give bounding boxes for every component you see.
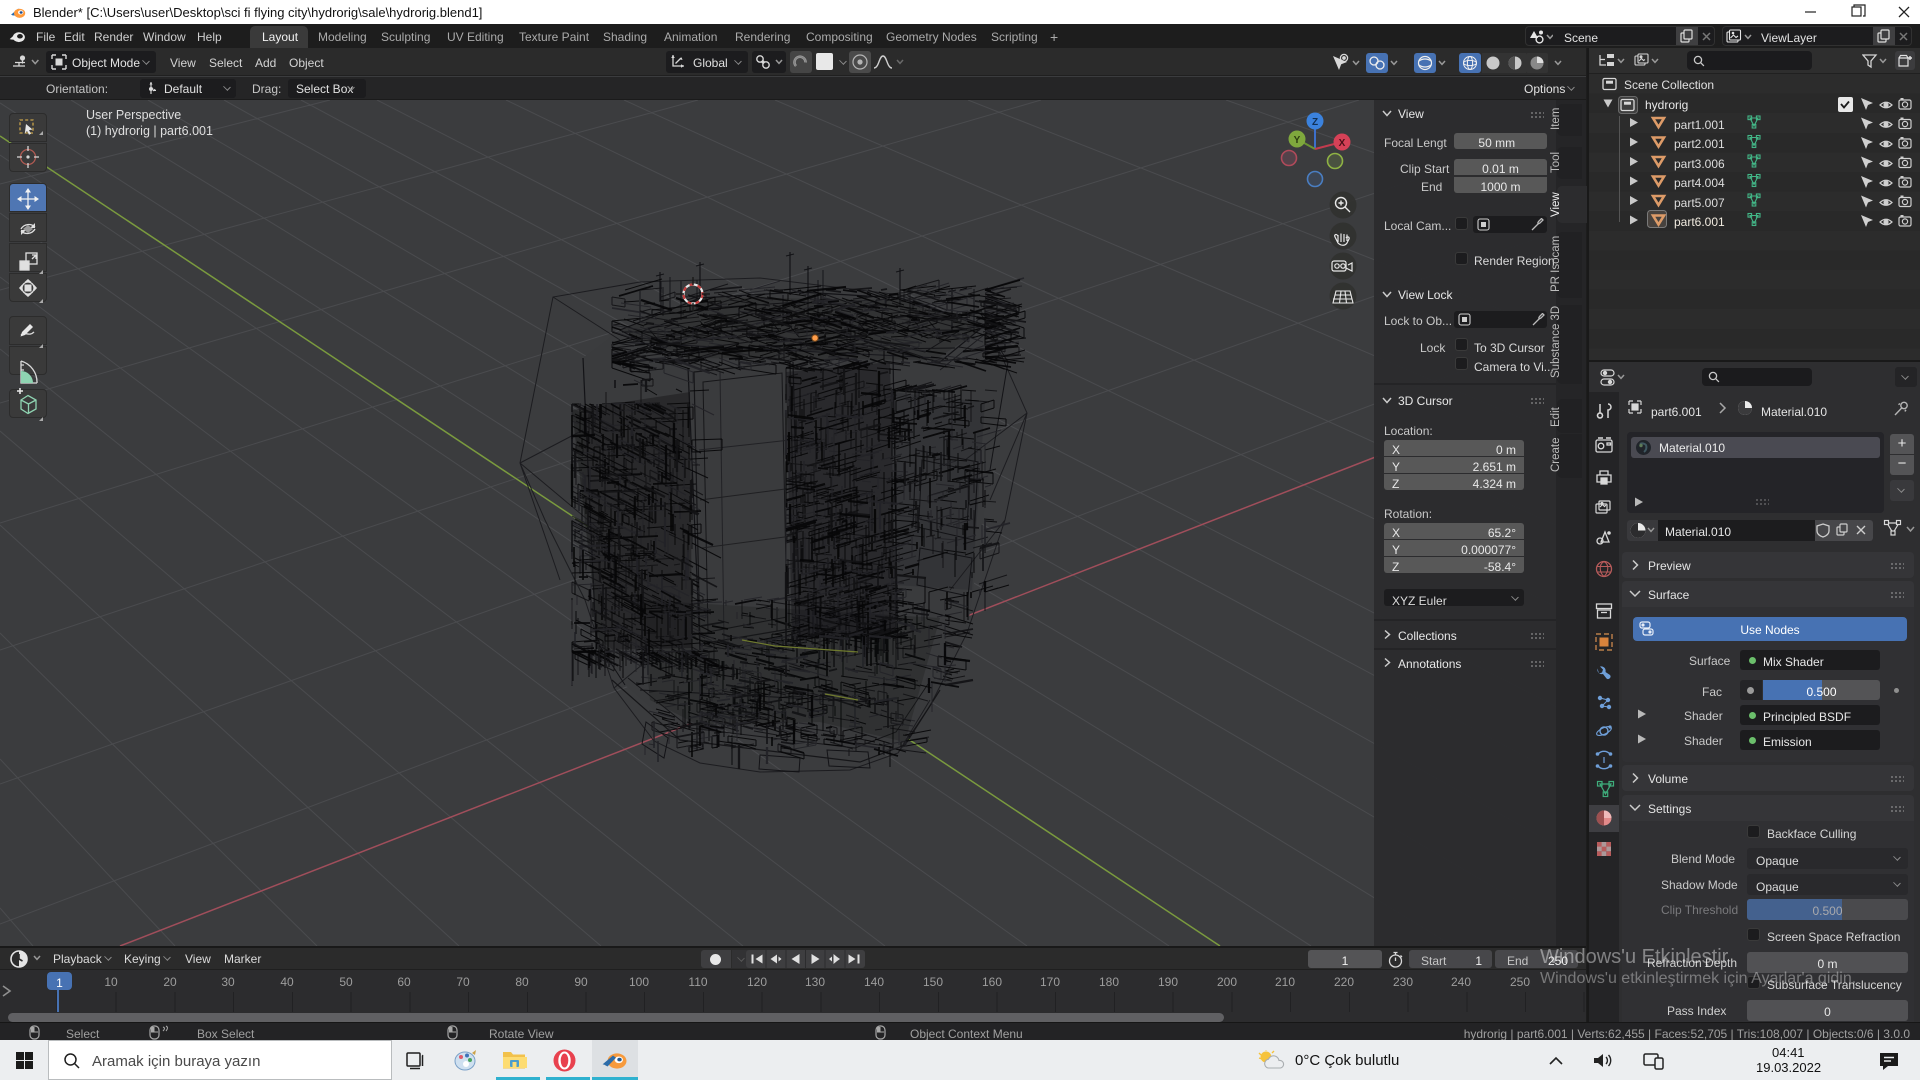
svg-text:Y: Y: [1294, 135, 1301, 146]
svg-text:Z: Z: [1312, 117, 1318, 128]
svg-text:X: X: [1339, 138, 1346, 149]
